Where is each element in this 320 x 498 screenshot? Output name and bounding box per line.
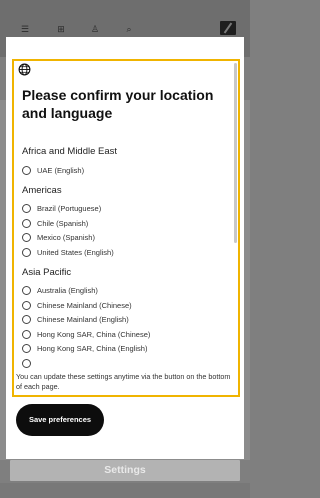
radio-button[interactable] — [22, 329, 31, 339]
option-chinese-mainland-chinese[interactable]: Chinese Mainland (Chinese) — [22, 299, 132, 311]
cart-icon[interactable]: ⊞ — [56, 24, 66, 34]
option-label: United States (English) — [37, 247, 114, 257]
radio-button[interactable] — [22, 314, 31, 324]
option-hong-kong-english[interactable]: Hong Kong SAR, China (English) — [22, 342, 147, 354]
radio-button[interactable] — [22, 218, 31, 228]
option-hong-kong-chinese[interactable]: Hong Kong SAR, China (Chinese) — [22, 328, 150, 340]
radio-button[interactable] — [22, 343, 31, 353]
location-language-dialog: Please confirm your location and languag… — [6, 37, 244, 459]
option-label: UAE (English) — [37, 165, 85, 175]
radio-button[interactable] — [22, 165, 31, 175]
settings-button[interactable]: Settings — [10, 460, 240, 481]
region-heading: Americas — [22, 185, 62, 196]
radio-button[interactable] — [22, 358, 31, 368]
option-label: Chile (Spanish) — [37, 218, 89, 228]
radio-button[interactable] — [22, 285, 31, 295]
region-scroll-list[interactable]: Please confirm your location and languag… — [12, 59, 240, 397]
option-label: Mexico (Spanish) — [37, 232, 95, 242]
region-heading: Asia Pacific — [22, 267, 72, 278]
footer — [0, 483, 250, 498]
brand-logo[interactable] — [220, 21, 236, 35]
option-mexico-spanish[interactable]: Mexico (Spanish) — [22, 231, 95, 243]
radio-button[interactable] — [22, 300, 31, 310]
option-australia-english[interactable]: Australia (English) — [22, 284, 98, 296]
radio-button[interactable] — [22, 247, 31, 257]
region-heading: Africa and Middle East — [22, 146, 118, 157]
option-label: Brazil (Portuguese) — [37, 203, 102, 213]
option-label: Australia (English) — [37, 285, 98, 295]
option-united-states-english[interactable]: United States (English) — [22, 246, 114, 258]
option-label: Hong Kong SAR, China (Chinese) — [37, 329, 151, 339]
option-brazil-portuguese[interactable]: Brazil (Portuguese) — [22, 202, 101, 214]
option-label: Hong Kong SAR, China (English) — [37, 343, 148, 353]
menu-icon[interactable]: ☰ — [20, 24, 30, 34]
option-chile-spanish[interactable]: Chile (Spanish) — [22, 217, 88, 229]
scrollbar-thumb[interactable] — [234, 63, 237, 243]
radio-button[interactable] — [22, 203, 31, 213]
option-chinese-mainland-english[interactable]: Chinese Mainland (English) — [22, 313, 129, 325]
radio-button[interactable] — [22, 232, 31, 242]
search-icon[interactable]: ⌕ — [124, 24, 134, 34]
globe-icon — [18, 63, 31, 76]
option-partially-visible[interactable] — [22, 357, 31, 369]
user-icon[interactable]: ♙ — [90, 24, 100, 34]
save-preferences-button[interactable]: Save preferences — [16, 404, 104, 436]
option-label: Chinese Mainland (English) — [37, 314, 129, 324]
option-label: Chinese Mainland (Chinese) — [37, 300, 132, 310]
option-uae-english[interactable]: UAE (English) — [22, 164, 84, 176]
dialog-title: Please confirm your location and languag… — [22, 87, 214, 121]
settings-note: You can update these settings anytime vi… — [16, 372, 231, 391]
